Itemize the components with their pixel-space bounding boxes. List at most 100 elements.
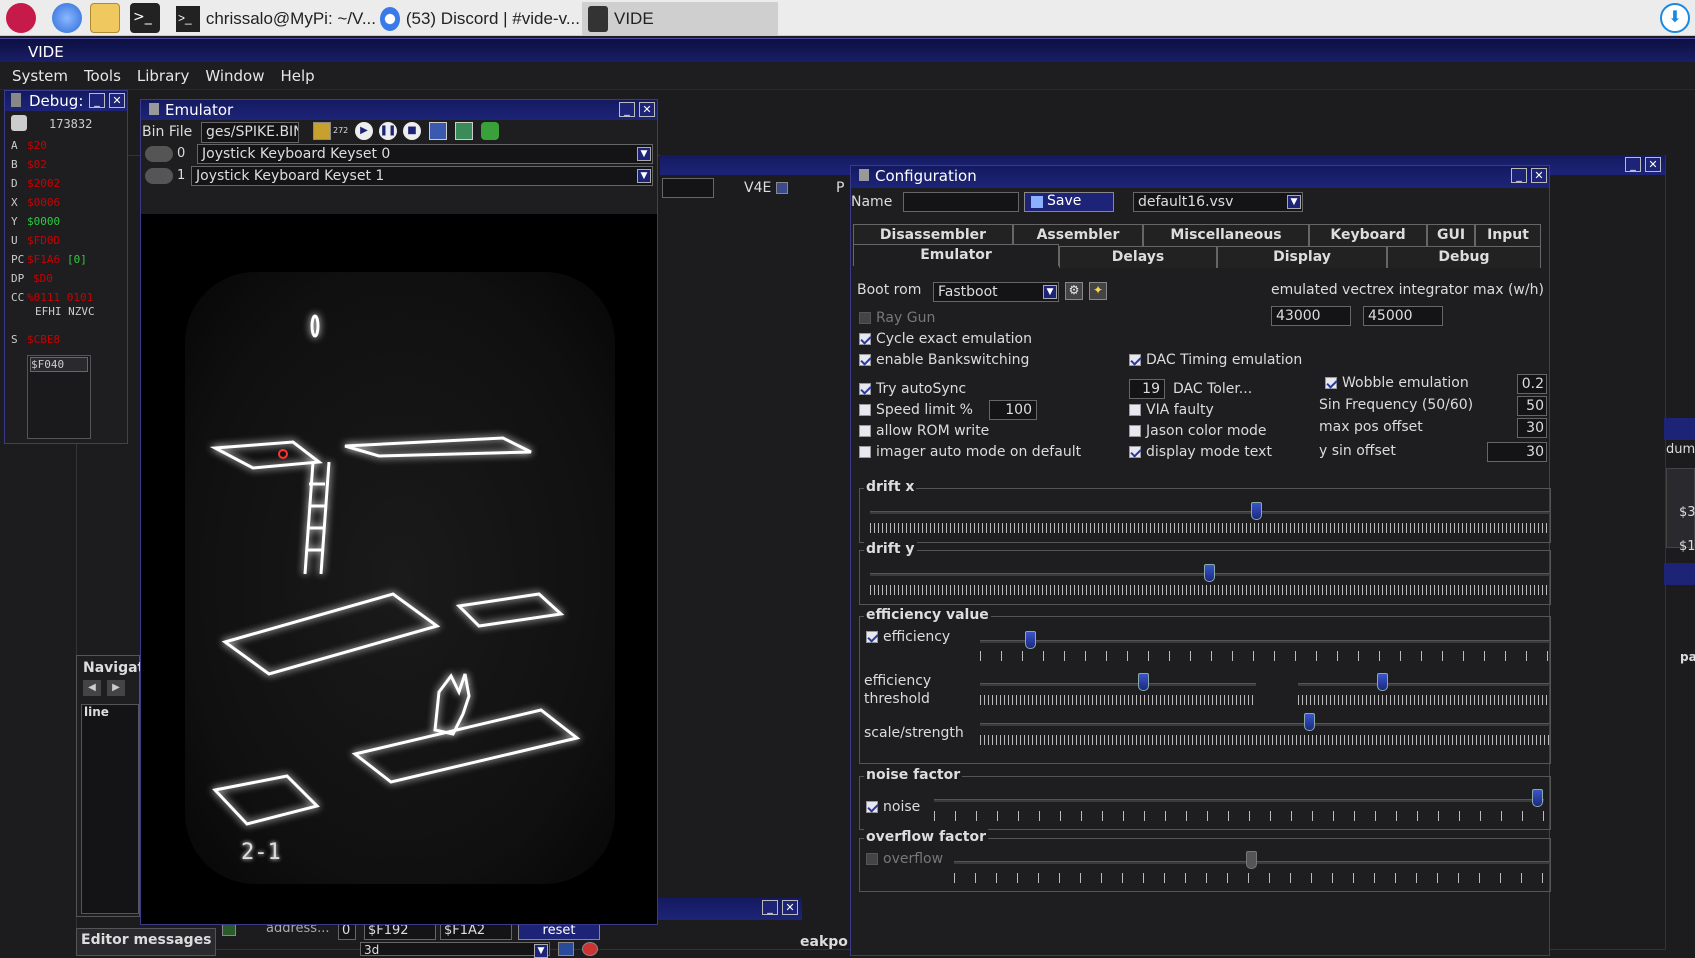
menu-tools[interactable]: Tools bbox=[76, 62, 129, 89]
tab-input[interactable]: Input bbox=[1475, 224, 1541, 246]
save-button[interactable]: Save bbox=[1024, 192, 1114, 212]
chevron-down-icon[interactable]: ▼ bbox=[1043, 285, 1057, 299]
open-folder-icon[interactable] bbox=[313, 122, 331, 140]
tab-disassembler[interactable]: Disassembler bbox=[853, 224, 1013, 246]
wand-icon[interactable]: ✦ bbox=[1089, 282, 1107, 300]
minimize-button[interactable]: _ bbox=[762, 900, 778, 915]
minimize-button[interactable]: _ bbox=[619, 102, 635, 117]
joystick-0-select[interactable]: Joystick Keyboard Keyset 0 bbox=[197, 144, 653, 164]
refresh-icon[interactable] bbox=[11, 115, 27, 131]
noise-slider-thumb[interactable] bbox=[1532, 789, 1543, 807]
chevron-down-icon[interactable]: ▼ bbox=[637, 147, 651, 161]
close-button[interactable]: ✕ bbox=[1645, 157, 1661, 172]
dac-timing-checkbox[interactable]: DAC Timing emulation bbox=[1129, 352, 1302, 368]
download-icon[interactable]: ⬇ bbox=[1660, 3, 1690, 33]
tab-debug[interactable]: Debug bbox=[1387, 246, 1541, 268]
integrator-height-field[interactable]: 45000 bbox=[1363, 306, 1443, 326]
task-discord[interactable]: (53) Discord | #vide-v... bbox=[380, 2, 580, 35]
stop-icon[interactable]: ■ bbox=[403, 122, 421, 140]
efficiency-checkbox[interactable]: efficiency bbox=[866, 629, 950, 645]
nav-back-button[interactable]: ◀ bbox=[83, 680, 101, 696]
close-button[interactable]: ✕ bbox=[1531, 168, 1547, 183]
stop-icon[interactable] bbox=[582, 942, 598, 956]
config-file-select[interactable]: default16.vsv bbox=[1133, 192, 1303, 212]
boot-rom-select[interactable]: Fastboot bbox=[933, 282, 1059, 302]
v4e-checkbox[interactable] bbox=[776, 182, 788, 194]
menu-system[interactable]: System bbox=[4, 62, 76, 89]
tab-display[interactable]: Display bbox=[1217, 246, 1387, 268]
overflow-slider-thumb[interactable] bbox=[1246, 851, 1257, 869]
export-icon[interactable] bbox=[455, 122, 473, 140]
browser-icon[interactable] bbox=[52, 3, 82, 33]
file-manager-icon[interactable] bbox=[90, 3, 120, 33]
speed-limit-checkbox[interactable]: Speed limit % bbox=[859, 402, 973, 418]
bankswitching-checkbox[interactable]: enable Bankswitching bbox=[859, 352, 1029, 368]
menu-help[interactable]: Help bbox=[273, 62, 323, 89]
max-pos-field[interactable]: 30 bbox=[1517, 418, 1547, 438]
editor-messages-tab[interactable]: Editor messages bbox=[76, 928, 216, 956]
save-label: Save bbox=[1047, 193, 1082, 209]
bug-icon[interactable] bbox=[481, 122, 499, 140]
joystick-1-select[interactable]: Joystick Keyboard Keyset 1 bbox=[191, 166, 653, 186]
background-field[interactable] bbox=[662, 178, 714, 198]
wobble-checkbox[interactable]: Wobble emulation bbox=[1325, 375, 1469, 391]
via-faulty-checkbox[interactable]: VIA faulty bbox=[1129, 402, 1214, 418]
bin-file-field[interactable]: ges/SPIKE.BIN bbox=[201, 122, 299, 143]
raspberry-menu-icon[interactable] bbox=[6, 3, 36, 33]
task-terminal[interactable]: >_ chrissalo@MyPi: ~/V... bbox=[176, 2, 376, 35]
noise-checkbox[interactable]: noise bbox=[866, 799, 920, 815]
jason-color-checkbox[interactable]: Jason color mode bbox=[1129, 423, 1267, 439]
close-button[interactable]: ✕ bbox=[639, 102, 655, 117]
nav-list[interactable]: line bbox=[81, 704, 139, 914]
tab-keyboard[interactable]: Keyboard bbox=[1309, 224, 1427, 246]
sin-frequency-field[interactable]: 50 bbox=[1517, 396, 1547, 416]
display-mode-text-checkbox[interactable]: display mode text bbox=[1129, 444, 1272, 460]
threshold-b-slider-thumb[interactable] bbox=[1377, 673, 1389, 691]
name-field[interactable] bbox=[903, 192, 1019, 212]
minimize-button[interactable]: _ bbox=[1625, 157, 1641, 172]
scale-slider-thumb[interactable] bbox=[1303, 713, 1315, 731]
drift-y-slider-thumb[interactable] bbox=[1204, 564, 1215, 582]
task-vide[interactable]: VIDE bbox=[582, 2, 778, 35]
cycle-exact-checkbox[interactable]: Cycle exact emulation bbox=[859, 331, 1032, 347]
chevron-down-icon[interactable]: ▼ bbox=[637, 169, 651, 183]
checkbox-label: imager auto mode on default bbox=[876, 444, 1082, 460]
save-icon[interactable] bbox=[558, 942, 574, 956]
threshold-a-slider-thumb[interactable] bbox=[1138, 673, 1150, 691]
wobble-field[interactable]: 0.2 bbox=[1517, 374, 1547, 394]
speed-limit-field[interactable]: 100 bbox=[989, 400, 1037, 420]
chevron-down-icon[interactable]: ▼ bbox=[1287, 195, 1301, 209]
copy-icon[interactable] bbox=[429, 122, 447, 140]
minimize-button[interactable]: _ bbox=[1511, 168, 1527, 183]
dac-toler-field[interactable]: 19 bbox=[1129, 379, 1165, 399]
imager-auto-checkbox[interactable]: imager auto mode on default bbox=[859, 444, 1081, 460]
stack-view: $F040 bbox=[27, 355, 91, 439]
checkbox-box bbox=[859, 312, 871, 324]
menu-library[interactable]: Library bbox=[129, 62, 197, 89]
tab-assembler[interactable]: Assembler bbox=[1013, 224, 1143, 246]
allow-rom-write-checkbox[interactable]: allow ROM write bbox=[859, 423, 989, 439]
nav-forward-button[interactable]: ▶ bbox=[107, 680, 125, 696]
menu-window[interactable]: Window bbox=[197, 62, 272, 89]
tab-gui[interactable]: GUI bbox=[1427, 224, 1475, 246]
close-button[interactable]: ✕ bbox=[109, 93, 125, 108]
y-sin-field[interactable]: 30 bbox=[1487, 442, 1547, 462]
gear-icon[interactable]: ⚙ bbox=[1065, 282, 1083, 300]
drift-x-slider-thumb[interactable] bbox=[1250, 502, 1262, 520]
tab-miscellaneous[interactable]: Miscellaneous bbox=[1143, 224, 1309, 246]
pause-icon[interactable]: ❚❚ bbox=[379, 122, 397, 140]
overflow-checkbox[interactable]: overflow bbox=[866, 851, 943, 867]
tab-delays[interactable]: Delays bbox=[1059, 246, 1217, 268]
autosync-checkbox[interactable]: Try autoSync bbox=[859, 381, 966, 397]
efficiency-slider-thumb[interactable] bbox=[1024, 631, 1036, 649]
ray-gun-checkbox[interactable]: Ray Gun bbox=[859, 310, 935, 326]
close-button[interactable]: ✕ bbox=[782, 900, 798, 915]
reg-cc-flags: EFHI NZVC bbox=[35, 305, 95, 318]
vectrex-screen[interactable]: 2-1 bbox=[141, 214, 657, 924]
minimize-button[interactable]: _ bbox=[89, 93, 105, 108]
terminal-icon[interactable]: >_ bbox=[130, 3, 160, 33]
tab-emulator[interactable]: Emulator bbox=[853, 244, 1059, 266]
integrator-width-field[interactable]: 43000 bbox=[1271, 306, 1351, 326]
mode-select[interactable]: 3d bbox=[360, 942, 550, 956]
play-icon[interactable]: ▶ bbox=[355, 122, 373, 140]
